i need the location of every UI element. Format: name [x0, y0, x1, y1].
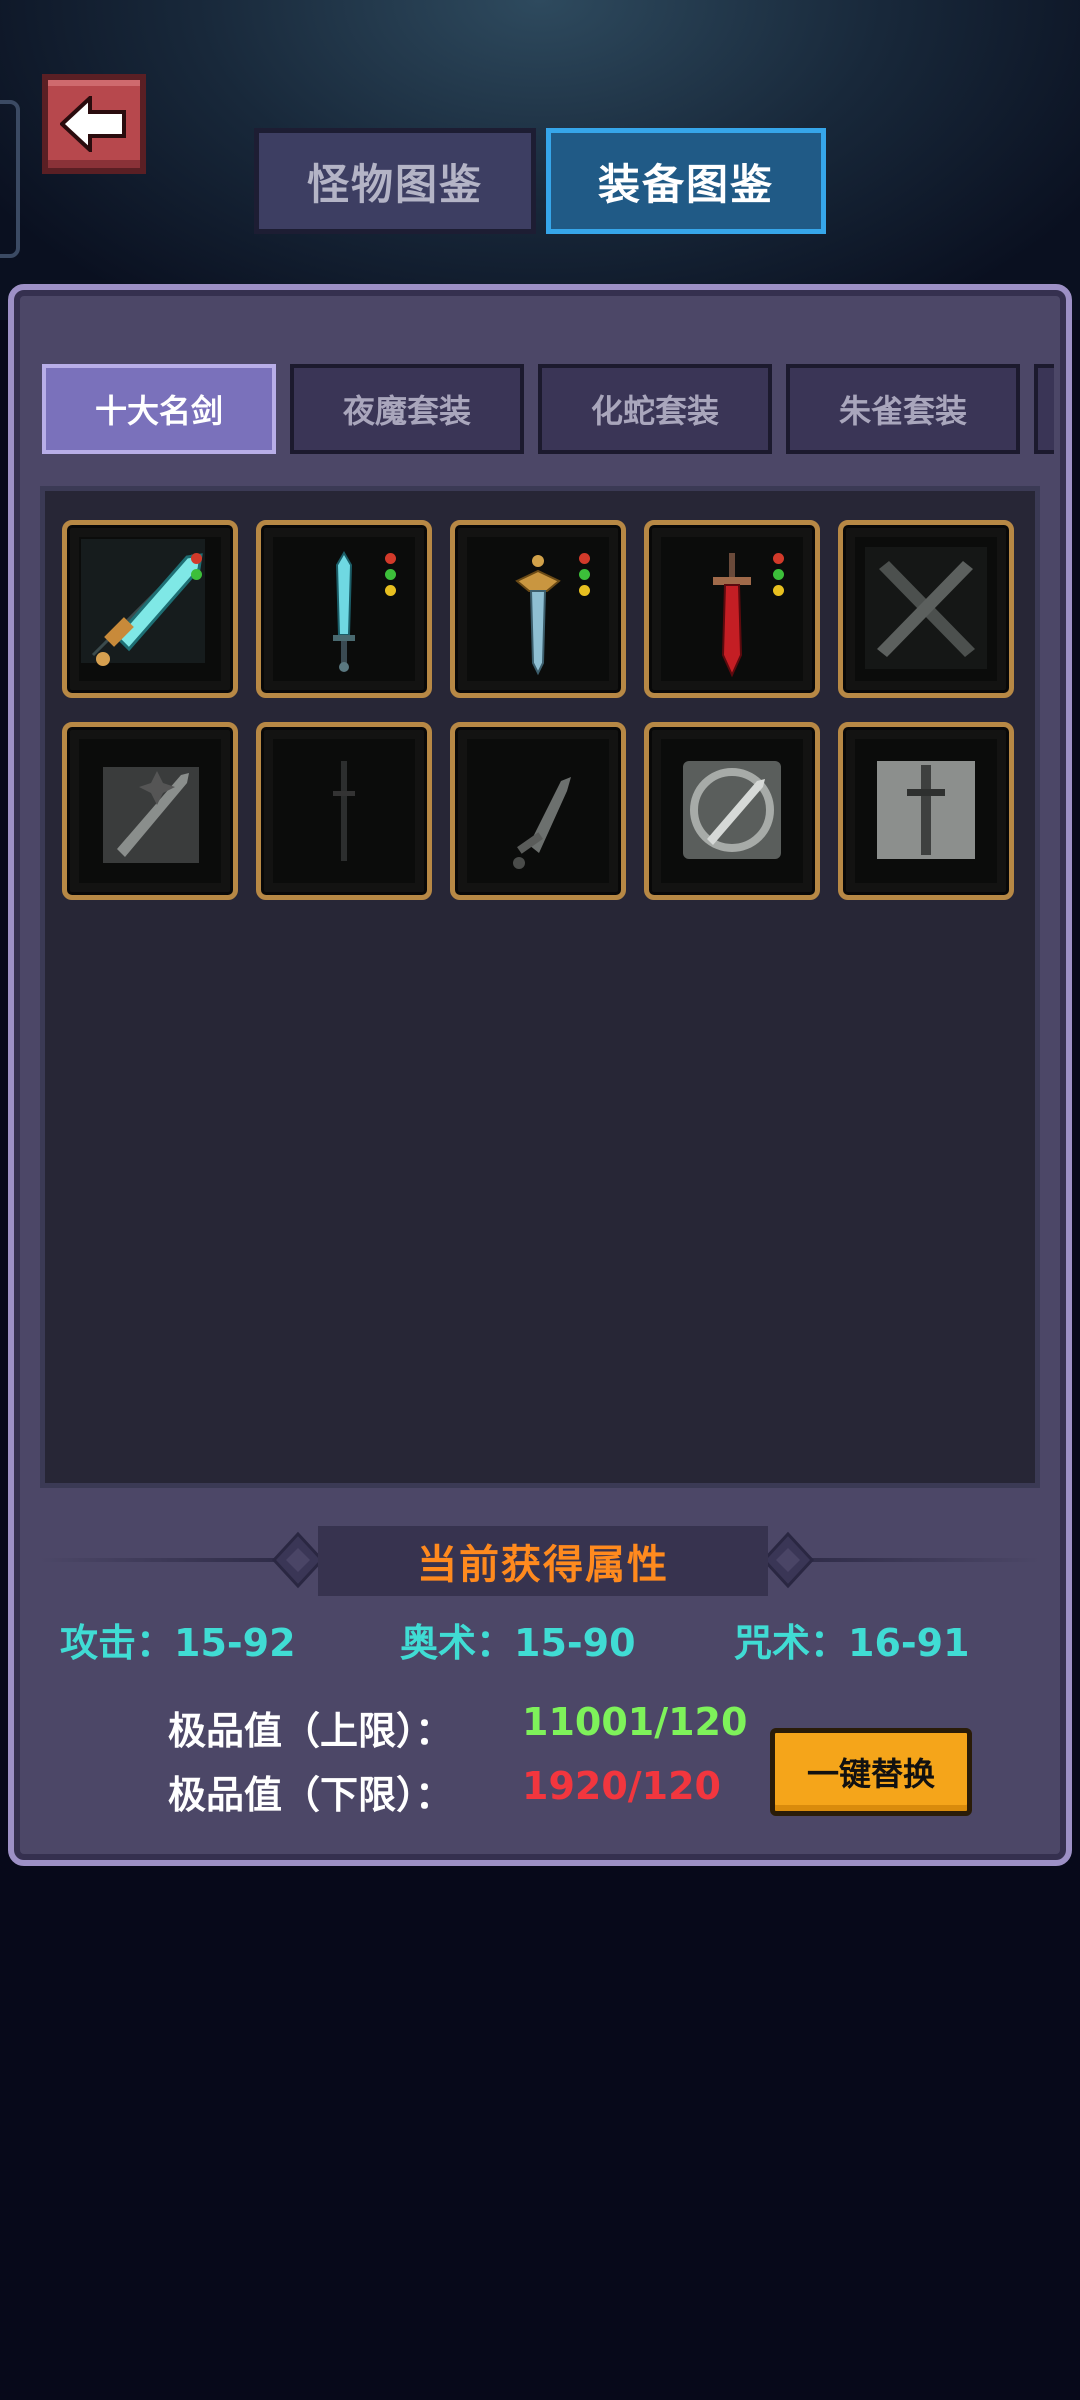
stat-curse: 咒术：16-91 — [734, 1612, 970, 1667]
stat-arcane-label: 奥术： — [400, 1621, 515, 1665]
category-tab-ten-swords[interactable]: 十大名剑 — [42, 364, 276, 454]
one-click-replace-button[interactable]: 一键替换 — [770, 1728, 972, 1816]
quality-lower-label: 极品值（下限）： — [168, 1773, 454, 1817]
stat-attack-label: 攻击： — [60, 1621, 175, 1665]
crossed-swords-icon — [865, 547, 987, 669]
side-frame-decoration — [0, 100, 20, 258]
quality-lower-value: 1920/120 — [522, 1764, 721, 1808]
attribute-section-title: 当前获得属性 — [318, 1526, 768, 1596]
equipment-slot-8[interactable] — [450, 722, 626, 900]
crimson-sword-icon — [713, 553, 751, 678]
stat-arcane-value: 15-90 — [514, 1621, 636, 1665]
category-tab-serpent-set[interactable]: 化蛇套装 — [538, 364, 772, 454]
attribute-divider-right — [800, 1558, 1040, 1562]
equipment-slot-7[interactable] — [256, 722, 432, 900]
dark-spiked-sword-icon — [103, 767, 199, 863]
crystal-sword-icon — [81, 539, 205, 666]
equipment-slot-4[interactable] — [644, 520, 820, 698]
equipment-slot-2[interactable] — [256, 520, 432, 698]
stat-attack: 攻击：15-92 — [60, 1612, 296, 1667]
stat-curse-label: 咒术： — [734, 1621, 849, 1665]
stat-attack-value: 15-92 — [174, 1621, 296, 1665]
attribute-divider-left — [40, 1558, 280, 1562]
shadow-sword-icon — [333, 761, 355, 861]
stat-arcane: 奥术：15-90 — [400, 1612, 636, 1667]
silver-greatsword-icon — [877, 761, 975, 859]
tab-equipment-codex[interactable]: 装备图鉴 — [546, 128, 826, 234]
golden-hilt-sword-icon — [515, 555, 561, 676]
ice-sword-icon — [333, 551, 355, 672]
equipment-slot-5[interactable] — [838, 520, 1014, 698]
quality-upper-value: 11001/120 — [522, 1700, 748, 1744]
equipment-slot-10[interactable] — [838, 722, 1014, 900]
equipment-slot-3[interactable] — [450, 520, 626, 698]
back-arrow-icon — [60, 96, 126, 152]
equipment-slot-9[interactable] — [644, 722, 820, 900]
category-tab-vermilion-bird-set[interactable]: 朱雀套装 — [786, 364, 1020, 454]
category-tab-next-partial[interactable] — [1034, 364, 1054, 454]
serpent-sword-icon — [683, 761, 781, 859]
tab-monster-codex[interactable]: 怪物图鉴 — [254, 128, 536, 234]
quality-upper-label: 极品值（上限）： — [168, 1709, 454, 1753]
broad-sword-icon — [513, 777, 571, 869]
category-tab-night-demon-set[interactable]: 夜魔套装 — [290, 364, 524, 454]
diamond-ornament-right-icon — [761, 1531, 815, 1589]
background-glow — [0, 0, 1080, 320]
stat-curse-value: 16-91 — [848, 1621, 970, 1665]
equipment-slot-1[interactable] — [62, 520, 238, 698]
back-button[interactable] — [42, 74, 146, 174]
equipment-slot-6[interactable] — [62, 722, 238, 900]
